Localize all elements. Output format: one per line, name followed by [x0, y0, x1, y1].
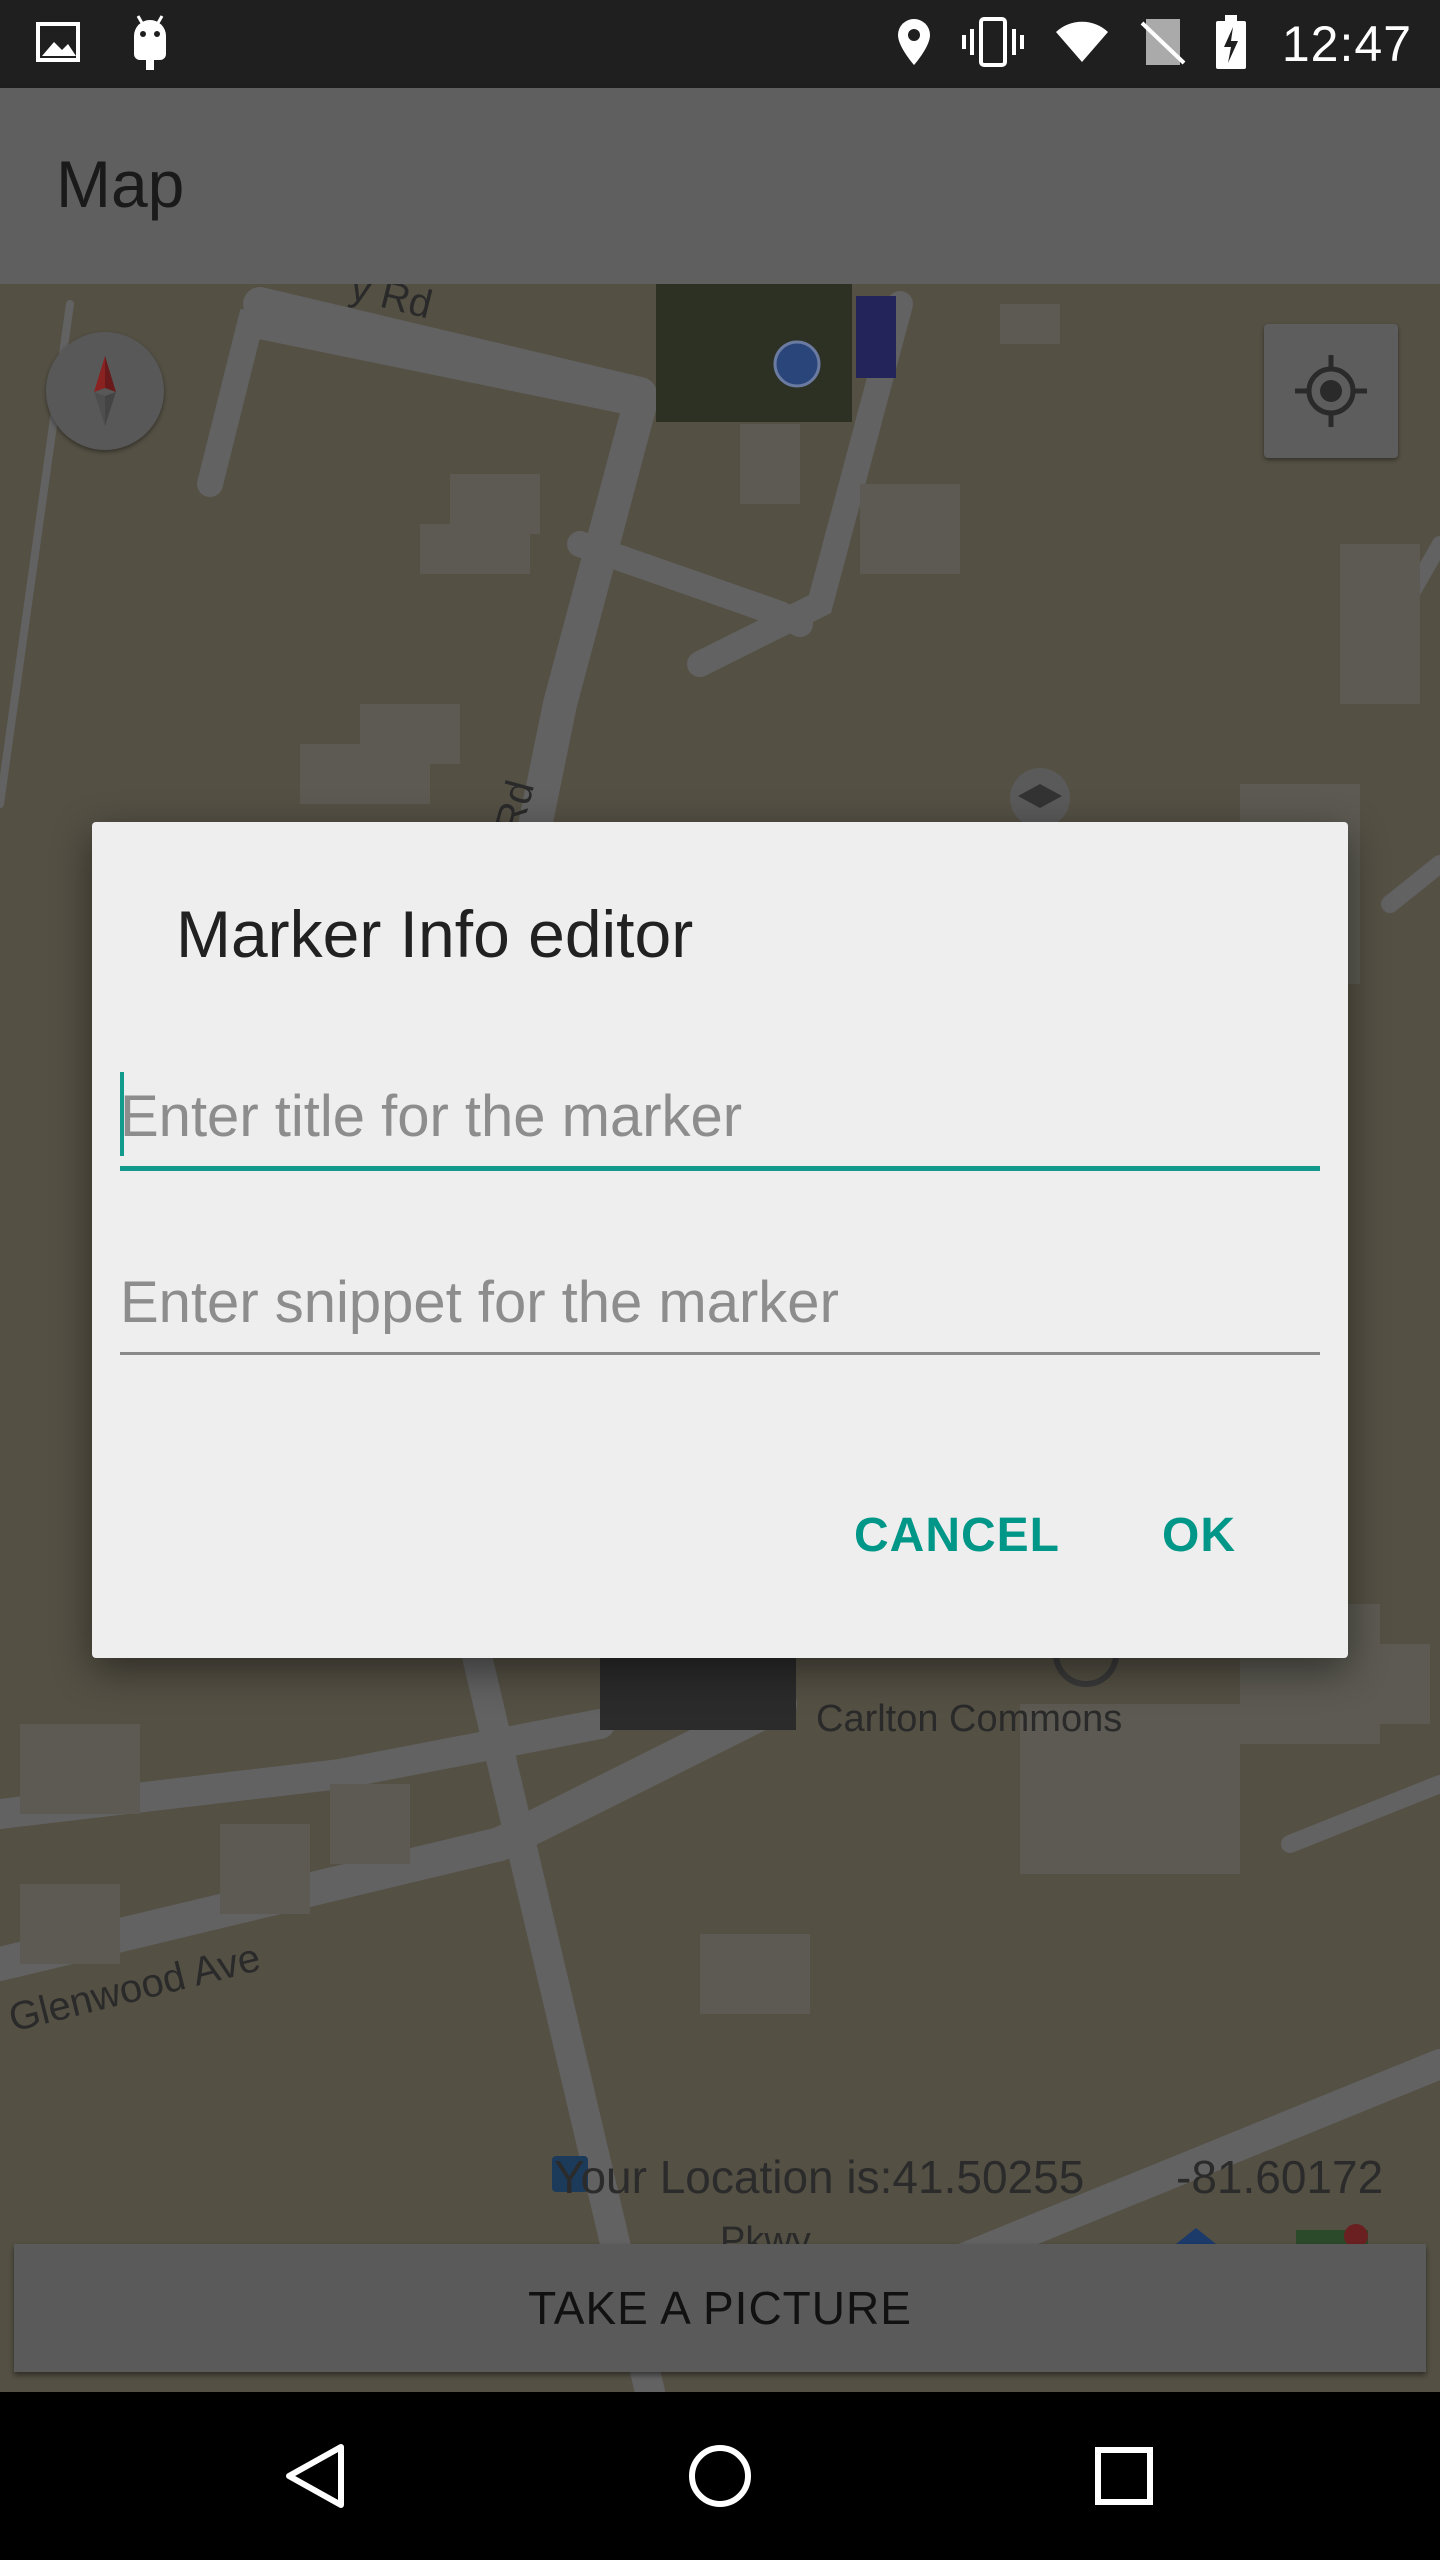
compass-button[interactable] [46, 332, 164, 450]
location-pin-icon [896, 17, 932, 72]
navigation-bar [0, 2392, 1440, 2560]
battery-charging-icon [1215, 14, 1246, 74]
status-bar: 12:47 [0, 0, 1440, 88]
app-bar-title: Map [56, 147, 185, 221]
text-cursor [120, 1072, 124, 1156]
map-place-label: Carlton Commons [816, 1698, 1123, 1740]
ok-button[interactable]: OK [1162, 1508, 1236, 1563]
compass-icon [94, 356, 116, 426]
my-location-button[interactable] [1264, 324, 1398, 458]
dialog-title: Marker Info editor [176, 897, 694, 971]
back-button[interactable] [276, 2436, 356, 2516]
home-button[interactable] [680, 2436, 760, 2516]
vibrate-icon [961, 16, 1024, 72]
cancel-button[interactable]: CANCEL [854, 1508, 1060, 1563]
recents-icon [1095, 2447, 1153, 2505]
clock: 12:47 [1281, 16, 1412, 72]
marker-title-input[interactable] [120, 1066, 1320, 1166]
crosshair-icon [1295, 355, 1367, 427]
take-picture-button[interactable]: TAKE A PICTURE [14, 2244, 1426, 2372]
location-readout: Your Location is:41.50255 [554, 2151, 1085, 2203]
no-sim-icon [1140, 17, 1186, 72]
android-icon [130, 14, 170, 75]
wifi-icon [1054, 20, 1110, 69]
marker-info-dialog: Marker Info editor CANCEL OK [92, 822, 1348, 1658]
image-icon [36, 21, 80, 67]
marker-snippet-input[interactable] [120, 1252, 1320, 1352]
home-icon [689, 2445, 751, 2507]
back-icon [286, 2444, 344, 2508]
location-longitude: -81.60172 [1176, 2151, 1384, 2203]
recents-button[interactable] [1084, 2436, 1164, 2516]
marker-title-field [120, 1066, 1320, 1171]
app-bar: Map [0, 88, 1440, 284]
marker-snippet-field [120, 1252, 1320, 1355]
